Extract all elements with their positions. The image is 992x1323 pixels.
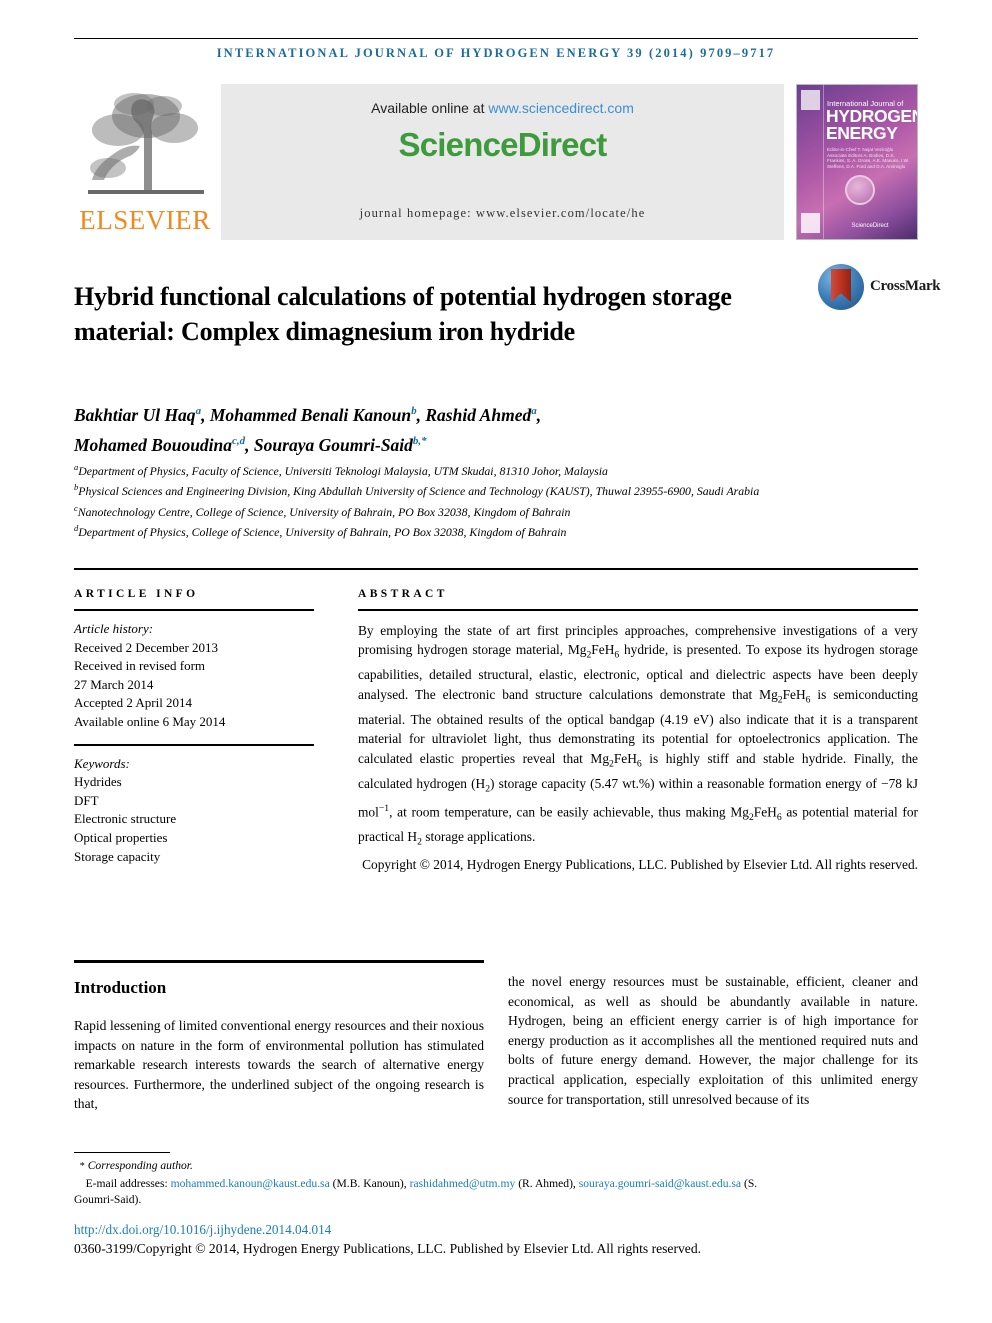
keyword-item: Optical properties	[74, 829, 168, 845]
journal-article-page: International Journal of Hydrogen Energy…	[0, 0, 992, 1323]
abstract-seg: storage applications.	[421, 829, 536, 845]
footnote-rule	[74, 1152, 170, 1153]
abstract-seg: FeH	[613, 750, 637, 766]
running-head: International Journal of Hydrogen Energy…	[216, 46, 776, 60]
crossmark-ribbon-icon	[831, 269, 851, 302]
history-item: Received in revised form	[74, 658, 206, 674]
email-addresses-label: E-mail addresses:	[85, 1176, 168, 1190]
affiliation-item: aDepartment of Physics, Faculty of Scien…	[74, 459, 864, 479]
keyword-item: Storage capacity	[74, 848, 161, 864]
affiliation-text: Physical Sciences and Engineering Divisi…	[78, 484, 760, 499]
email-link-3[interactable]: souraya.goumri-said@kaust.edu.sa	[579, 1177, 741, 1190]
abstract-copyright: Copyright © 2014, Hydrogen Energy Public…	[362, 856, 918, 872]
history-item: 27 March 2014	[74, 676, 154, 692]
affiliation-list: aDepartment of Physics, Faculty of Scien…	[74, 459, 864, 540]
author-1: Bakhtiar Ul Haq	[74, 404, 196, 425]
introduction-rule	[74, 960, 484, 963]
cover-sciencedirect-mark: ScienceDirect	[851, 223, 889, 229]
article-info-column: ARTICLE INFO Article history: Received 2…	[74, 588, 314, 866]
elsevier-tree-icon	[88, 93, 204, 194]
abstract-seg: FeH	[591, 642, 615, 658]
email-owner-2: (R. Ahmed),	[518, 1176, 576, 1190]
introduction-heading: Introduction	[74, 978, 167, 997]
author-4-affil-marker: c,d	[232, 434, 246, 447]
abstract-seg: FeH	[753, 804, 777, 820]
crossmark-circle-icon	[818, 264, 864, 310]
author-5: , Souraya Goumri-Said	[245, 434, 413, 455]
abstract-text: By employing the state of art first prin…	[358, 611, 918, 853]
introduction-left-column: Rapid lessening of limited conventional …	[74, 1018, 484, 1112]
abstract-heading: ABSTRACT	[358, 588, 448, 600]
keywords-label: Keywords:	[74, 755, 130, 771]
doi-link[interactable]: http://dx.doi.org/10.1016/j.ijhydene.201…	[74, 1222, 331, 1238]
cover-elsevier-mark	[801, 90, 820, 110]
keyword-item: DFT	[74, 792, 99, 808]
sciencedirect-logo-part1: Science	[398, 126, 519, 163]
crossmark-badge[interactable]: CrossMark	[818, 264, 941, 318]
keywords-block: Keywords: Hydrides DFT Electronic struct…	[74, 746, 314, 867]
author-3: , Rashid Ahmed	[416, 404, 532, 425]
author-2: , Mohammed Benali Kanoun	[201, 404, 412, 425]
page-title: Hybrid functional calculations of potent…	[74, 282, 732, 347]
email-link-2[interactable]: rashidahmed@utm.my	[410, 1177, 516, 1190]
email-owner-1: (M.B. Kanoun),	[332, 1176, 407, 1190]
journal-cover-image: International Journal of HYDROGEN ENERGY …	[796, 84, 918, 240]
corresponding-author-text: Corresponding author.	[87, 1159, 193, 1172]
sciencedirect-banner: Available online at www.sciencedirect.co…	[221, 84, 784, 240]
author-5-affil-marker: b,*	[412, 434, 427, 447]
cover-divider	[823, 85, 824, 239]
cover-orb-graphic	[845, 175, 875, 205]
journal-homepage-line[interactable]: journal homepage: www.elsevier.com/locat…	[221, 206, 784, 221]
available-online-text: Available online at	[371, 100, 489, 116]
cover-energy-text: ENERGY	[826, 123, 898, 143]
affiliation-text: Nanotechnology Centre, College of Scienc…	[77, 504, 571, 519]
keyword-item: Electronic structure	[74, 811, 177, 827]
affiliation-item: bPhysical Sciences and Engineering Divis…	[74, 479, 864, 499]
elsevier-logo: ELSEVIER	[74, 86, 216, 238]
author-4: Mohamed Bououdina	[74, 434, 233, 455]
elsevier-wordmark: ELSEVIER	[79, 205, 211, 235]
affiliation-text: Department of Physics, College of Scienc…	[78, 524, 567, 539]
article-history-label: Article history:	[74, 621, 154, 636]
masthead: ELSEVIER Available online at www.science…	[74, 84, 918, 240]
sciencedirect-url-link[interactable]: www.sciencedirect.com	[488, 100, 634, 116]
cover-title-line2: HYDROGEN ENERGY	[826, 107, 917, 143]
crossmark-label: CrossMark	[870, 278, 941, 294]
abstract-column: ABSTRACT By employing the state of art f…	[358, 588, 918, 874]
sciencedirect-logo[interactable]: ScienceDirect	[221, 126, 784, 164]
introduction-right-column: the novel energy resources must be susta…	[508, 974, 918, 1107]
abstract-seg: FeH	[782, 686, 806, 702]
affiliation-item: dDepartment of Physics, College of Scien…	[74, 520, 864, 540]
footer-copyright: 0360-3199/Copyright © 2014, Hydrogen Ene…	[74, 1241, 702, 1256]
affiliation-item: cNanotechnology Centre, College of Scien…	[74, 500, 864, 520]
affiliation-text: Department of Physics, Faculty of Scienc…	[78, 463, 608, 478]
email-link-1[interactable]: mohammed.kanoun@kaust.edu.sa	[171, 1177, 330, 1190]
history-item: Received 2 December 2013	[74, 639, 219, 655]
available-online-line: Available online at www.sciencedirect.co…	[221, 100, 784, 116]
abstract-sup: −1	[378, 802, 390, 814]
sciencedirect-logo-part2: Direct	[517, 126, 608, 163]
corresponding-author-note: * Corresponding author.	[74, 1158, 774, 1176]
running-head-rule	[74, 38, 918, 39]
footnote-block: * Corresponding author. E-mail addresses…	[74, 1158, 774, 1209]
keyword-item: Hydrides	[74, 774, 122, 790]
abstract-seg: , at room temperature, can be easily ach…	[389, 804, 749, 820]
cover-ijhe-mark	[801, 213, 820, 233]
email-addresses-note: E-mail addresses: mohammed.kanoun@kaust.…	[74, 1176, 774, 1209]
history-item: Available online 6 May 2014	[74, 713, 226, 729]
author-list: Bakhtiar Ul Haqa, Mohammed Benali Kanoun…	[74, 398, 834, 458]
history-item: Accepted 2 April 2014	[74, 695, 193, 711]
article-info-heading: ARTICLE INFO	[74, 588, 199, 600]
info-abstract-top-rule	[74, 568, 918, 570]
footnote-star-marker: *	[79, 1161, 85, 1172]
cover-editors: Editor-in-Chief T. Nejat Veziroğlu Assoc…	[827, 147, 909, 169]
article-history: Article history: Received 2 December 201…	[74, 611, 314, 732]
author-line1-tail: ,	[536, 404, 542, 425]
